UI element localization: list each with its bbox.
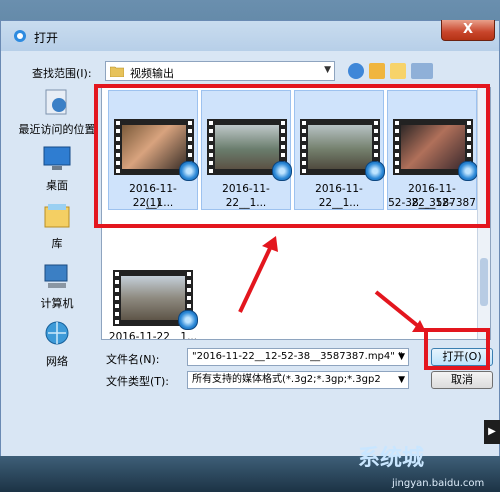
annotation-arrow-right — [374, 290, 420, 328]
side-tab-icon[interactable]: ▶ — [484, 420, 500, 444]
annotation-arrows — [238, 236, 426, 332]
watermark-url: jingyan.baidu.com — [392, 478, 485, 489]
watermark-logo: 系统城 — [358, 446, 425, 471]
annotation-arrow-up — [238, 243, 274, 313]
